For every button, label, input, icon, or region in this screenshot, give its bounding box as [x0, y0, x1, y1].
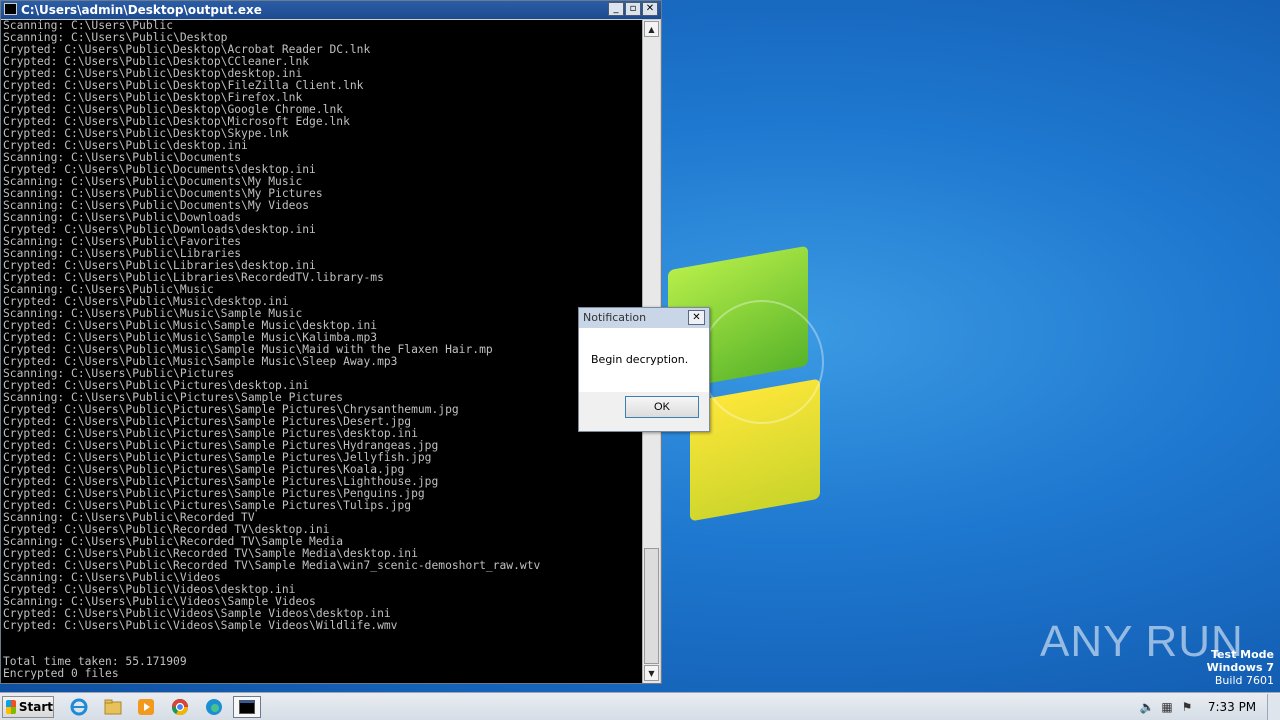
- notification-dialog[interactable]: Notification ✕ Begin decryption. OK: [578, 307, 710, 432]
- watermark-left-text: ANY: [1040, 617, 1134, 666]
- taskbar-clock[interactable]: 7:33 PM: [1197, 700, 1267, 714]
- console-output[interactable]: Scanning: C:\Users\Public Scanning: C:\Us…: [1, 20, 642, 683]
- system-tray: 🔈 ▦ ⚑ 7:33 PM: [1137, 693, 1280, 720]
- speaker-icon[interactable]: 🔈: [1137, 700, 1157, 714]
- action-center-flag-icon[interactable]: ⚑: [1177, 700, 1197, 714]
- scrollbar-thumb[interactable]: [644, 548, 659, 664]
- dialog-title: Notification: [583, 311, 647, 324]
- windows-version-label: Windows 7: [1206, 661, 1274, 674]
- windows-version-info: Test Mode Windows 7 Build 7601: [1207, 648, 1274, 687]
- console-titlebar[interactable]: C:\Users\admin\Desktop\output.exe _ ▫ ✕: [1, 1, 661, 19]
- console-line: Crypted: C:\Users\Public\Videos\Sample V…: [3, 619, 398, 632]
- chrome-icon[interactable]: [169, 697, 191, 717]
- close-button[interactable]: ✕: [642, 2, 658, 16]
- console-window-icon: [239, 700, 255, 714]
- console-icon: [4, 3, 17, 15]
- media-player-icon[interactable]: [135, 697, 157, 717]
- minimize-button[interactable]: _: [608, 2, 624, 16]
- console-line: Encrypted 0 files: [3, 667, 119, 680]
- start-button[interactable]: Start: [2, 696, 54, 718]
- taskbar: Start 🔈 ▦ ⚑ 7:33 PM: [0, 692, 1280, 720]
- maximize-button[interactable]: ▫: [625, 2, 641, 16]
- folder-icon[interactable]: [102, 697, 124, 717]
- ok-button[interactable]: OK: [625, 396, 699, 418]
- network-icon[interactable]: ▦: [1157, 700, 1177, 714]
- dialog-close-button[interactable]: ✕: [688, 310, 705, 325]
- dialog-titlebar[interactable]: Notification ✕: [579, 308, 709, 328]
- dialog-message: Begin decryption.: [591, 353, 689, 366]
- console-taskbar-button[interactable]: [233, 696, 261, 718]
- dialog-content: Begin decryption.: [579, 328, 709, 392]
- console-title: C:\Users\admin\Desktop\output.exe: [21, 3, 262, 17]
- internet-explorer-icon[interactable]: [68, 697, 90, 717]
- start-label: Start: [18, 700, 53, 714]
- edge-icon[interactable]: [203, 697, 225, 717]
- wallpaper-swirl: [700, 300, 824, 424]
- test-mode-label: Test Mode: [1211, 648, 1274, 661]
- show-desktop-button[interactable]: [1267, 693, 1280, 720]
- windows-flag-icon: [6, 700, 16, 714]
- console-window[interactable]: C:\Users\admin\Desktop\output.exe _ ▫ ✕ …: [0, 0, 662, 684]
- scroll-up-arrow-icon[interactable]: ▲: [644, 21, 659, 37]
- build-label: Build 7601: [1214, 674, 1274, 687]
- scroll-down-arrow-icon[interactable]: ▼: [644, 665, 659, 681]
